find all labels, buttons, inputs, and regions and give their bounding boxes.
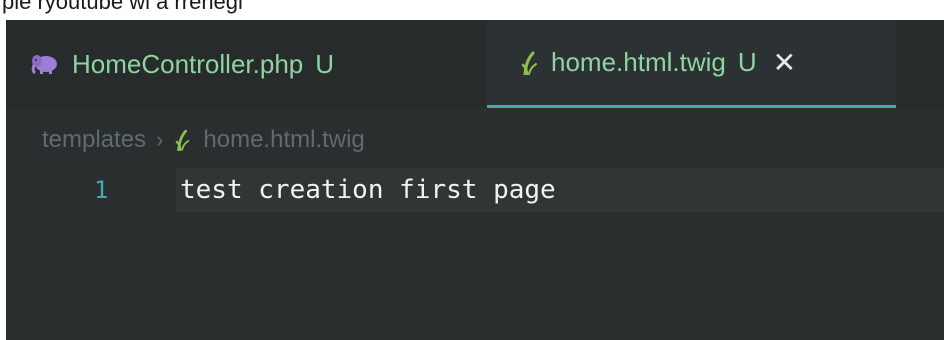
git-status-badge: U [315,48,335,79]
twig-icon [521,51,537,75]
breadcrumb-folder[interactable]: templates [42,126,146,154]
close-icon[interactable]: ✕ [773,48,796,77]
git-status-badge: U [737,47,757,77]
tab-filename: home.html.twig [551,47,726,77]
code-text[interactable]: test creation first page [176,168,944,212]
caption-text: ple ryoutube wi a rrenegi [2,0,243,14]
breadcrumb-file[interactable]: home.html.twig [203,126,364,154]
cropped-top-text: ple ryoutube wi a rrenegi [0,0,944,20]
line-number: 1 [94,176,109,204]
php-elephant-icon [31,55,57,75]
twig-icon [176,129,190,151]
chevron-right-icon: › [156,127,164,152]
tab-bar: HomeController.php U home.html.twig U ✕ [6,20,944,108]
tab-home-html-twig[interactable]: home.html.twig U ✕ [487,20,896,108]
tab-filename: HomeController.php [72,48,304,79]
code-line[interactable]: 1 test creation first page [6,168,944,212]
code-editor: HomeController.php U home.html.twig U ✕ … [6,20,944,340]
breadcrumb: templates › home.html.twig [42,120,365,160]
tab-homecontroller-php[interactable]: HomeController.php U [6,20,487,108]
